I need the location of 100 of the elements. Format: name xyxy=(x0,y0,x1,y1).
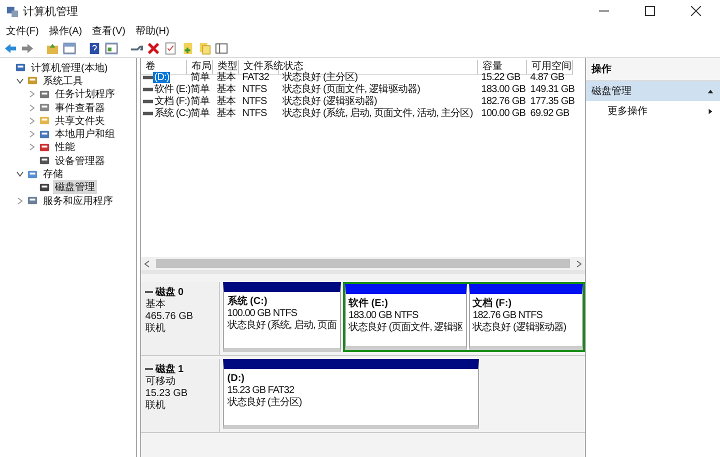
partition-block[interactable]: 文档 (F:) 182.76 GB NTFS 状态良好 (逻辑驱动器) xyxy=(468,284,583,350)
table-cell-text: 状态良好 (系统, 启动, 页面文件, 活动, 主分区) xyxy=(281,108,474,120)
tree-node-icon xyxy=(27,75,38,86)
partition-size: 15.23 GB FAT32 xyxy=(227,385,296,396)
collapsed-caret-icon[interactable] xyxy=(28,90,36,98)
disk-type: 基本 xyxy=(145,299,166,311)
table-cell-text: NTFS xyxy=(241,84,268,96)
expanded-caret-icon[interactable] xyxy=(16,76,24,85)
tree-item[interactable]: 事件查看器 xyxy=(53,100,107,115)
collapsed-caret-icon[interactable] xyxy=(28,104,36,112)
tree-node-icon xyxy=(39,182,50,193)
computer-management-icon xyxy=(6,4,19,18)
folder-up-icon[interactable] xyxy=(46,42,59,54)
tree-item[interactable]: 磁盘管理 xyxy=(53,180,97,194)
tree-node-icon xyxy=(15,62,26,74)
submenu-arrow-icon xyxy=(707,108,714,114)
table-cell-text: 183.00 GB xyxy=(480,84,526,96)
table-cell-text: NTFS xyxy=(241,96,268,108)
table-cell-text: 状态良好 (逻辑驱动器) xyxy=(281,96,378,108)
help-icon[interactable] xyxy=(88,42,101,54)
table-cell-text: 基本 xyxy=(215,108,236,120)
partition-label: 软件 (E:) xyxy=(348,297,389,310)
tree-item[interactable]: 共享文件夹 xyxy=(53,114,107,128)
tree-item[interactable]: 计算机管理(本地) xyxy=(29,60,110,75)
table-cell-text: 69.92 GB xyxy=(529,108,570,120)
scroll-right-icon[interactable] xyxy=(576,260,582,268)
disk-size: 465.76 GB xyxy=(145,311,194,322)
partition-label: 文档 (F:) xyxy=(472,297,513,310)
table-cell-text: 简单 xyxy=(189,72,211,84)
tree-item[interactable]: 存储 xyxy=(41,167,65,182)
disk-name: 磁盘 0 xyxy=(155,286,184,298)
tree-node-icon xyxy=(27,195,38,206)
delete-icon[interactable] xyxy=(147,42,160,54)
menu-item[interactable]: 文件(F) xyxy=(6,24,39,38)
table-cell-text: 177.35 GB xyxy=(529,96,574,108)
table-cell[interactable]: 软件 (E:) xyxy=(153,84,192,95)
tree-item[interactable]: 系统工具 xyxy=(41,74,85,88)
collapsed-caret-icon[interactable] xyxy=(28,116,36,125)
table-cell-text: 基本 xyxy=(215,96,236,108)
table-cell-text: 182.76 GB xyxy=(480,96,526,108)
panel-icon[interactable] xyxy=(105,42,118,54)
disk-name: 磁盘 1 xyxy=(155,362,184,376)
collapsed-caret-icon[interactable] xyxy=(16,196,24,205)
disk-size: 15.23 GB xyxy=(145,388,189,400)
drive-icon xyxy=(143,87,154,92)
tree-node-icon xyxy=(39,128,50,140)
disk-status: 联机 xyxy=(145,323,166,335)
partition-label: (D:) xyxy=(227,372,246,385)
console-tree-icon[interactable] xyxy=(63,42,76,54)
window-title: 计算机管理 xyxy=(23,4,78,18)
close-icon[interactable] xyxy=(691,6,701,16)
tree-node-icon xyxy=(39,102,50,114)
collapsed-caret-icon[interactable] xyxy=(28,143,36,152)
table-cell-text: 基本 xyxy=(215,72,236,84)
table-cell-text: 149.31 GB xyxy=(529,84,574,96)
tree-node-icon xyxy=(39,115,50,126)
table-cell-text: 状态良好 (主分区) xyxy=(281,72,359,84)
partition-label: 系统 (C:) xyxy=(227,295,268,308)
partition-block[interactable]: 系统 (C:) 100.00 GB NTFS 状态良好 (系统, 启动, 页面 xyxy=(223,282,341,352)
partition-block[interactable]: (D:) 15.23 GB FAT32 状态良好 (主分区) xyxy=(223,359,480,429)
properties-icon[interactable] xyxy=(215,42,228,54)
collapsed-caret-icon[interactable] xyxy=(28,130,36,138)
partition-status: 状态良好 (主分区) xyxy=(227,397,303,409)
partition-block[interactable]: 软件 (E:) 183.00 GB NTFS 状态良好 (页面文件, 逻辑驱 xyxy=(344,284,467,350)
tree-item[interactable]: 性能 xyxy=(53,140,77,154)
tree-node-icon xyxy=(39,88,50,100)
table-cell[interactable]: (D:) xyxy=(153,72,170,83)
partition-size: 100.00 GB NTFS xyxy=(227,308,298,320)
checklist-icon[interactable] xyxy=(164,42,177,54)
action-item[interactable]: 更多操作 xyxy=(586,101,720,121)
forward-arrow-icon[interactable] xyxy=(21,42,34,54)
maximize-icon[interactable] xyxy=(645,6,655,16)
tree-item[interactable]: 服务和应用程序 xyxy=(41,194,115,208)
tree-item[interactable]: 本地用户和组 xyxy=(53,127,117,142)
tree-item[interactable]: 任务计划程序 xyxy=(53,87,117,102)
scroll-left-icon[interactable] xyxy=(144,260,150,268)
drive-icon xyxy=(143,111,154,116)
disk-type: 可移动 xyxy=(145,376,176,388)
menu-item[interactable]: 查看(V) xyxy=(92,24,126,38)
actions-title: 操作 xyxy=(586,58,720,81)
drive-icon xyxy=(143,99,154,104)
table-cell-text: NTFS xyxy=(241,108,268,120)
back-arrow-icon[interactable] xyxy=(4,42,17,54)
tree-item[interactable]: 设备管理器 xyxy=(53,154,107,168)
table-cell-text: 状态良好 (页面文件, 逻辑驱动器) xyxy=(281,84,422,96)
menu-item[interactable]: 帮助(H) xyxy=(135,24,170,38)
new-document-icon[interactable] xyxy=(181,42,194,54)
table-cell[interactable]: 文档 (F:) xyxy=(153,96,191,107)
table-cell-text: 100.00 GB xyxy=(480,108,526,120)
expanded-caret-icon[interactable] xyxy=(16,170,24,178)
menu-item[interactable]: 操作(A) xyxy=(48,24,82,38)
table-cell-text: 基本 xyxy=(215,84,236,96)
horizontal-scrollbar[interactable] xyxy=(141,257,585,270)
table-cell-text: 4.87 GB xyxy=(529,72,566,84)
disk-status: 联机 xyxy=(145,400,166,412)
table-cell-text: 15.22 GB xyxy=(480,72,522,84)
collapse-caret-icon[interactable] xyxy=(707,88,714,94)
action-section[interactable]: 磁盘管理 xyxy=(586,81,720,101)
table-cell-text: FAT32 xyxy=(241,72,270,84)
table-cell[interactable]: 系统 (C:) xyxy=(153,108,192,119)
